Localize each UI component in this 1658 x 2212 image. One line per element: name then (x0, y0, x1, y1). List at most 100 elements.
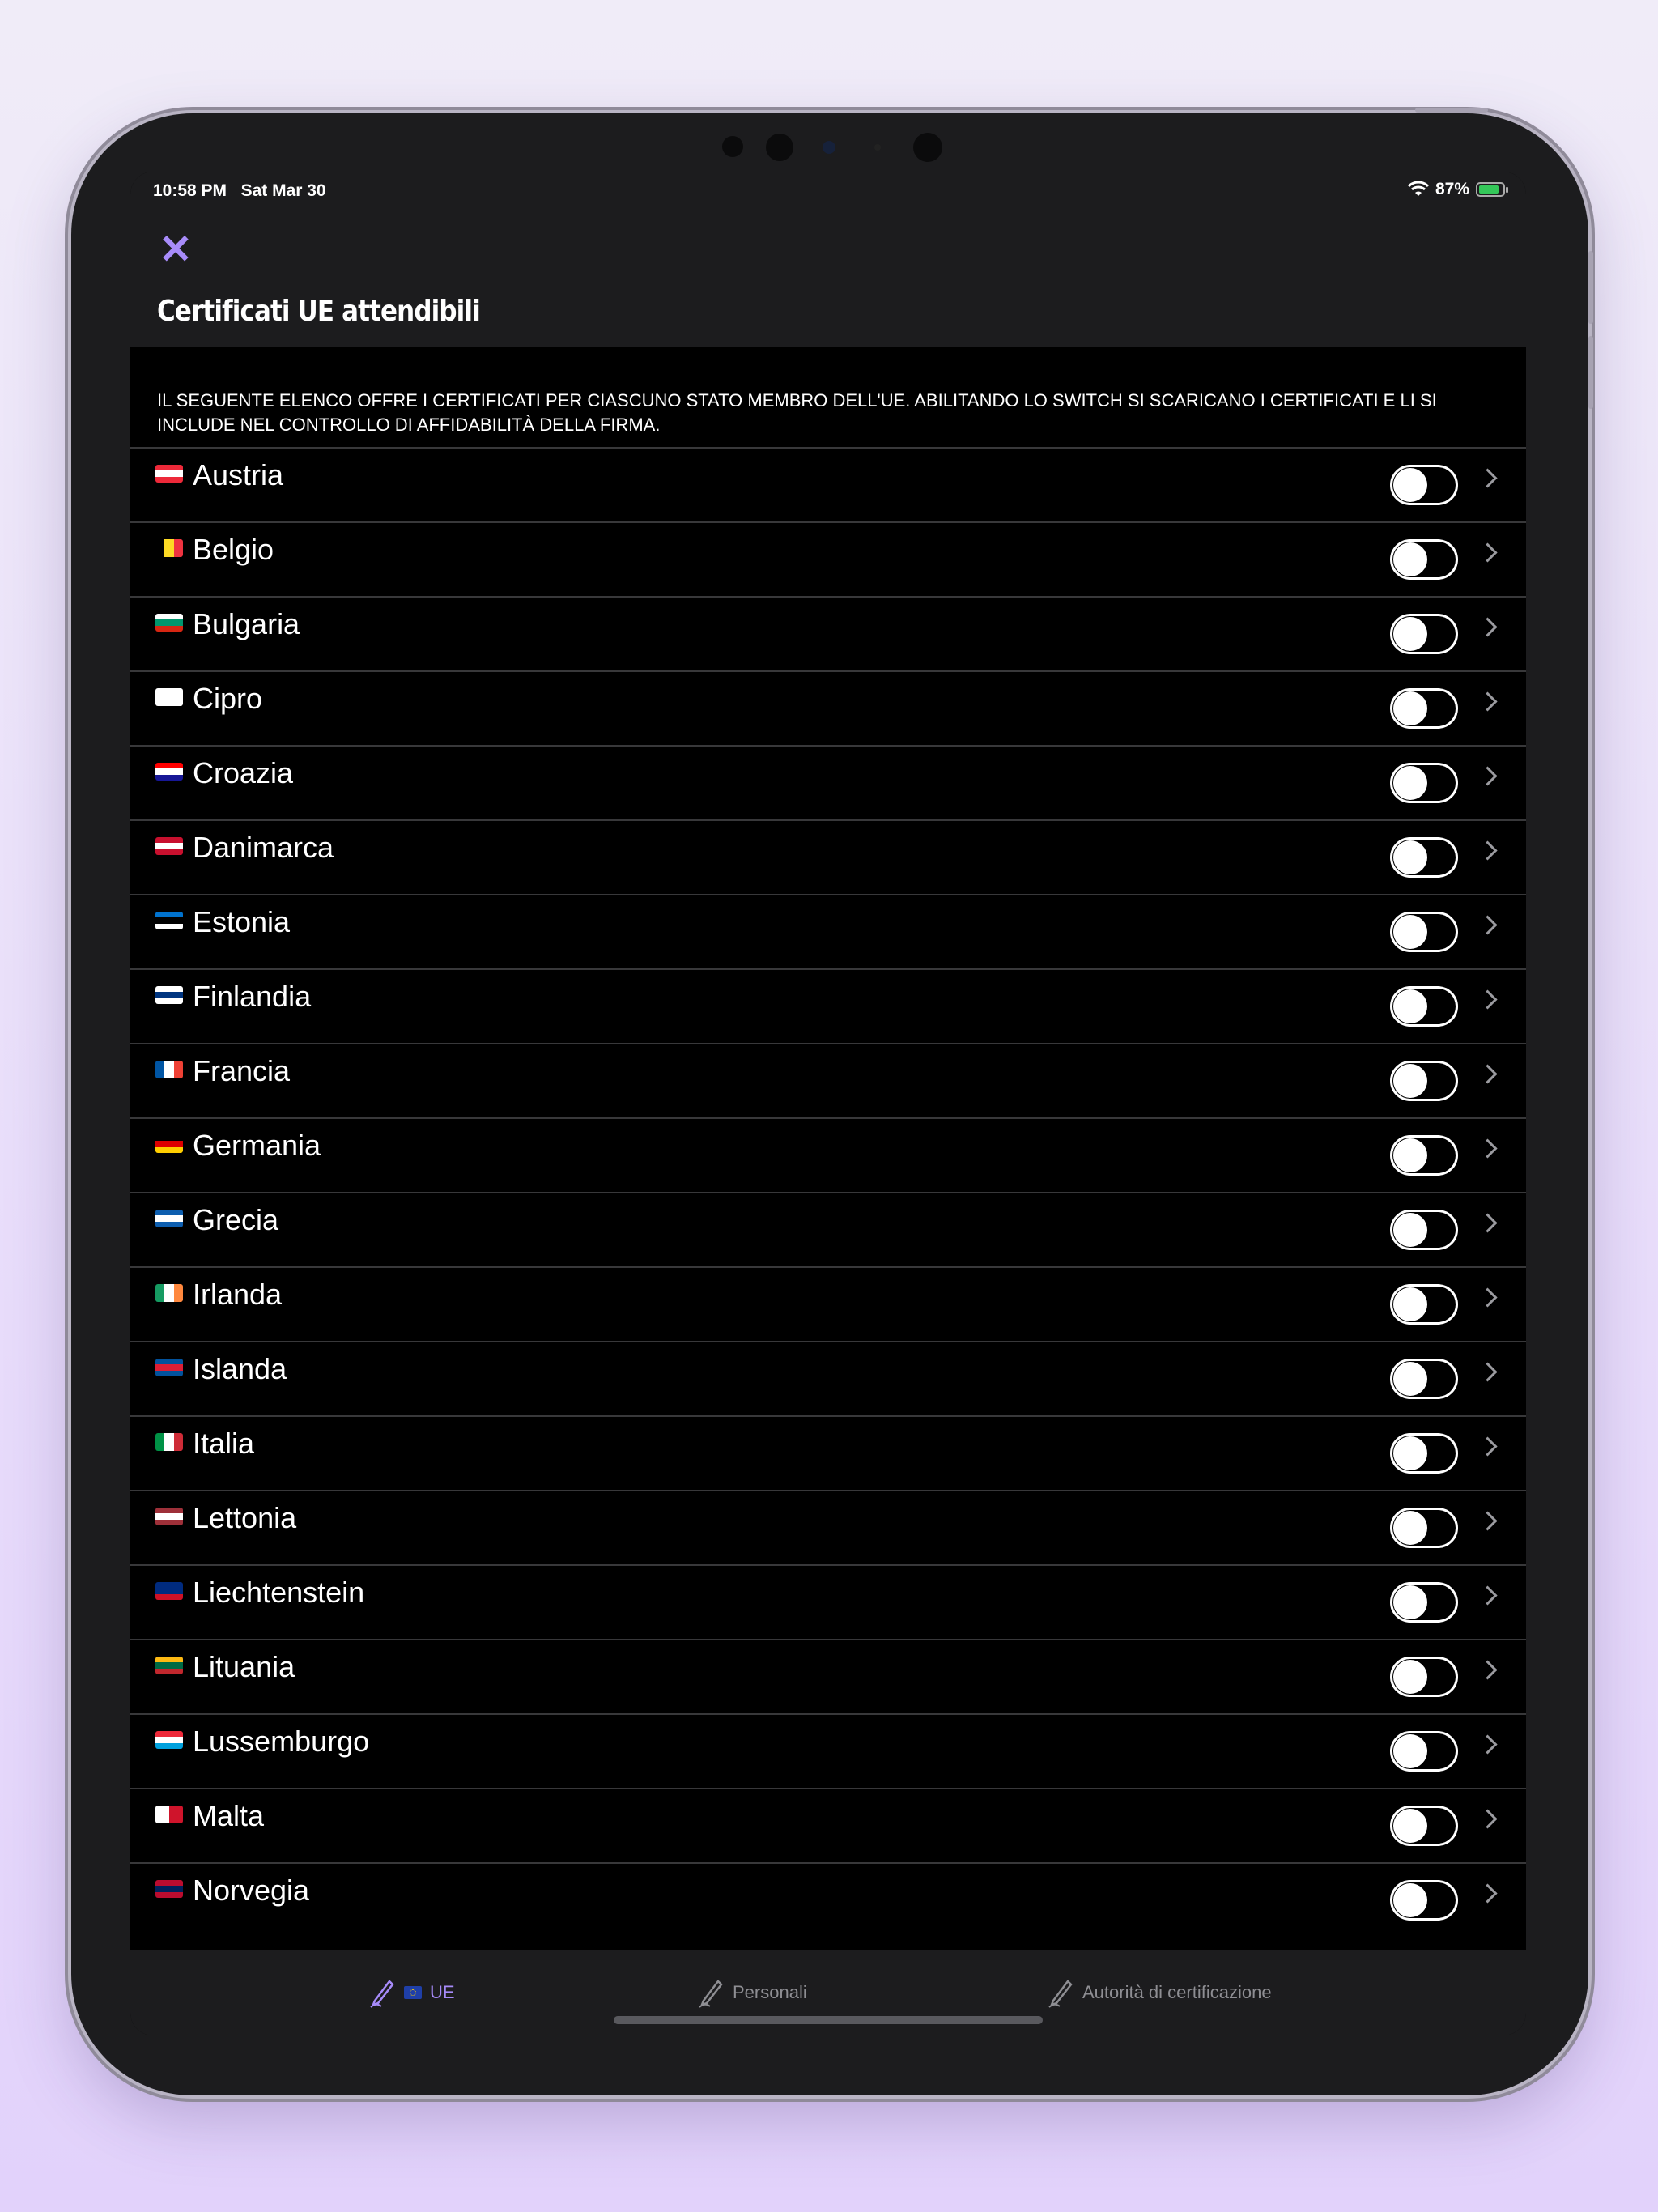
country-row[interactable]: Liechtenstein (130, 1564, 1526, 1639)
country-row[interactable]: Finlandia (130, 968, 1526, 1043)
country-toggle[interactable] (1390, 1359, 1458, 1399)
app-screen: 10:58 PM Sat Mar 30 87% ✕ Certificati UE… (130, 172, 1526, 2035)
tab-label: UE (430, 1982, 455, 2002)
chevron-right-icon[interactable] (1477, 840, 1498, 861)
flag-icon (155, 614, 183, 632)
toggle-knob (1393, 617, 1427, 651)
country-name: Cipro (193, 682, 263, 715)
country-toggle[interactable] (1390, 1880, 1458, 1921)
country-row[interactable]: Lussemburgo (130, 1713, 1526, 1788)
chevron-right-icon[interactable] (1477, 1809, 1498, 1829)
chevron-right-icon[interactable] (1477, 989, 1498, 1010)
country-row[interactable]: Austria (130, 447, 1526, 521)
country-row[interactable]: Lettonia (130, 1490, 1526, 1564)
tab-autorita[interactable]: Autorità di certificazione (1047, 1976, 1272, 2009)
country-toggle[interactable] (1390, 688, 1458, 729)
country-toggle[interactable] (1390, 614, 1458, 654)
toggle-knob (1393, 1809, 1427, 1843)
country-toggle[interactable] (1390, 837, 1458, 878)
country-toggle[interactable] (1390, 1806, 1458, 1846)
country-row[interactable]: Francia (130, 1043, 1526, 1117)
country-toggle[interactable] (1390, 1508, 1458, 1548)
front-camera-icon (823, 141, 835, 154)
chevron-right-icon[interactable] (1477, 1660, 1498, 1680)
wifi-icon (1407, 181, 1429, 196)
country-name: Finlandia (193, 980, 312, 1013)
chevron-right-icon[interactable] (1477, 617, 1498, 637)
chevron-right-icon[interactable] (1477, 915, 1498, 935)
chevron-right-icon[interactable] (1477, 542, 1498, 563)
toggle-knob (1393, 468, 1427, 502)
country-row[interactable]: Italia (130, 1415, 1526, 1490)
country-toggle[interactable] (1390, 539, 1458, 580)
country-row[interactable]: Estonia (130, 894, 1526, 968)
date-text: Sat Mar 30 (240, 181, 326, 200)
country-toggle[interactable] (1390, 465, 1458, 505)
country-name: Irlanda (193, 1278, 283, 1311)
toggle-knob (1393, 1436, 1427, 1470)
toggle-knob (1393, 1213, 1427, 1247)
chevron-right-icon[interactable] (1477, 1734, 1498, 1755)
chevron-right-icon[interactable] (1477, 1585, 1498, 1606)
country-row[interactable]: Cipro (130, 670, 1526, 745)
chevron-right-icon[interactable] (1477, 1213, 1498, 1233)
country-row[interactable]: Croazia (130, 745, 1526, 819)
country-toggle[interactable] (1390, 1582, 1458, 1623)
country-name: Estonia (193, 905, 291, 938)
country-toggle[interactable] (1390, 1061, 1458, 1101)
chevron-right-icon[interactable] (1477, 1511, 1498, 1531)
chevron-right-icon[interactable] (1477, 1287, 1498, 1308)
chevron-right-icon[interactable] (1477, 1362, 1498, 1382)
country-toggle[interactable] (1390, 763, 1458, 803)
chevron-right-icon[interactable] (1477, 691, 1498, 712)
country-toggle[interactable] (1390, 1284, 1458, 1325)
chevron-right-icon[interactable] (1477, 766, 1498, 786)
country-name: Malta (193, 1799, 265, 1832)
chevron-right-icon[interactable] (1477, 468, 1498, 488)
country-row[interactable]: Norvegia (130, 1862, 1526, 1937)
chevron-right-icon[interactable] (1477, 1064, 1498, 1084)
time-text: 10:58 PM (153, 181, 227, 200)
country-name: Germania (193, 1129, 321, 1162)
country-toggle[interactable] (1390, 1657, 1458, 1697)
country-row[interactable]: Lituania (130, 1639, 1526, 1713)
toggle-knob (1393, 1064, 1427, 1098)
volume-up-button (1588, 251, 1593, 324)
country-toggle[interactable] (1390, 912, 1458, 952)
country-row[interactable]: Malta (130, 1788, 1526, 1862)
country-toggle[interactable] (1390, 1731, 1458, 1772)
home-indicator[interactable] (614, 2016, 1043, 2024)
country-toggle[interactable] (1390, 1210, 1458, 1250)
country-name: Croazia (193, 756, 294, 789)
chevron-right-icon[interactable] (1477, 1138, 1498, 1159)
flag-icon (155, 1731, 183, 1749)
toggle-knob (1393, 766, 1427, 800)
country-row[interactable]: Islanda (130, 1341, 1526, 1415)
signature-pen-icon (699, 1980, 723, 2008)
toggle-knob (1393, 1585, 1427, 1619)
country-toggle[interactable] (1390, 1135, 1458, 1176)
country-name: Francia (193, 1054, 291, 1087)
tab-ue[interactable]: UE (368, 1976, 455, 2009)
country-name: Austria (193, 458, 284, 491)
flag-icon (155, 1284, 183, 1302)
flag-icon (155, 1135, 183, 1153)
page-title: Certificati UE attendibili (157, 295, 481, 328)
country-row[interactable]: Bulgaria (130, 596, 1526, 670)
flag-icon (155, 465, 183, 483)
country-row[interactable]: Germania (130, 1117, 1526, 1192)
flag-icon (155, 837, 183, 855)
country-name: Liechtenstein (193, 1576, 365, 1609)
chevron-right-icon[interactable] (1477, 1883, 1498, 1904)
tab-personali[interactable]: Personali (697, 1976, 807, 2009)
flag-icon (155, 763, 183, 781)
chevron-right-icon[interactable] (1477, 1436, 1498, 1457)
flag-icon (155, 1359, 183, 1376)
country-row[interactable]: Irlanda (130, 1266, 1526, 1341)
close-button[interactable]: ✕ (158, 229, 193, 270)
country-toggle[interactable] (1390, 986, 1458, 1027)
country-row[interactable]: Belgio (130, 521, 1526, 596)
country-toggle[interactable] (1390, 1433, 1458, 1474)
country-row[interactable]: Grecia (130, 1192, 1526, 1266)
country-row[interactable]: Danimarca (130, 819, 1526, 894)
